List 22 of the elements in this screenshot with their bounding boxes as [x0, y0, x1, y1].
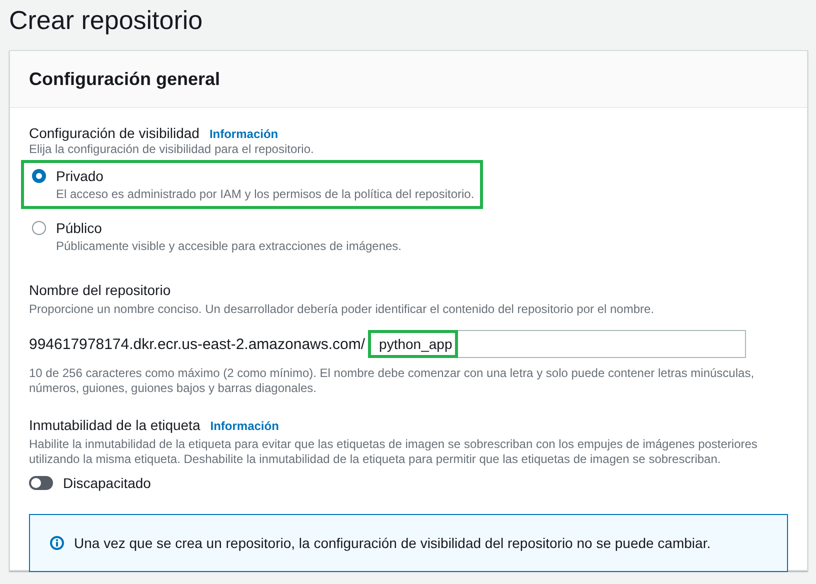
constraint-text: 10 de 256 caracteres como máximo (2 como mínimo). El nombre debe comenzar con una letra y solo puede contener letras minúsculas, números, guiones, guiones bajos y barras diagonales. [29, 366, 756, 396]
field-description: Proporcione un nombre conciso. Un desarrollador debería poder identificar el contenido del repositorio por el nombre. [29, 302, 656, 317]
field-label: Configuración de visibilidad [29, 124, 200, 142]
option-description: El acceso es administrado por IAM y los permisos de la política del repositorio. [56, 187, 474, 202]
toggle-switch[interactable] [29, 476, 53, 490]
uri-prefix: 994617978174.dkr.ecr.us-east-2.amazonaws.com/ [29, 336, 366, 352]
page-title: Crear repositorio [9, 4, 204, 37]
field-label: Inmutabilidad de la etiqueta [29, 416, 200, 434]
radio-button[interactable] [32, 169, 46, 183]
option-label: Público [56, 219, 103, 237]
radio-button[interactable] [32, 221, 46, 235]
field-description: Habilite la inmutabilidad de la etiqueta para evitar que las etiquetas de imagen se sobrescriban con los empujes de imágenes posteriores utilizando la misma etiqueta. Deshabilite la inmutabilidad de la etiqueta para permitir que las etiquetas de imagen se sobrescriban. [29, 437, 758, 467]
field-label: Nombre del repositorio [29, 281, 172, 299]
toggle-label: Discapacitado [63, 474, 151, 492]
info-link[interactable]: Información [210, 419, 279, 433]
alert-text: Una vez que se crea un repositorio, la configuración de visibilidad del repositorio no se puede cambiar. [74, 535, 711, 551]
info-link[interactable]: Información [209, 127, 278, 141]
option-label: Privado [56, 167, 104, 185]
card-title: Configuración general [29, 68, 222, 90]
field-description: Elija la configuración de visibilidad para el repositorio. [29, 142, 315, 157]
option-description: Públicamente visible y accesible para extracciones de imágenes. [56, 239, 402, 254]
info-icon [50, 536, 64, 550]
